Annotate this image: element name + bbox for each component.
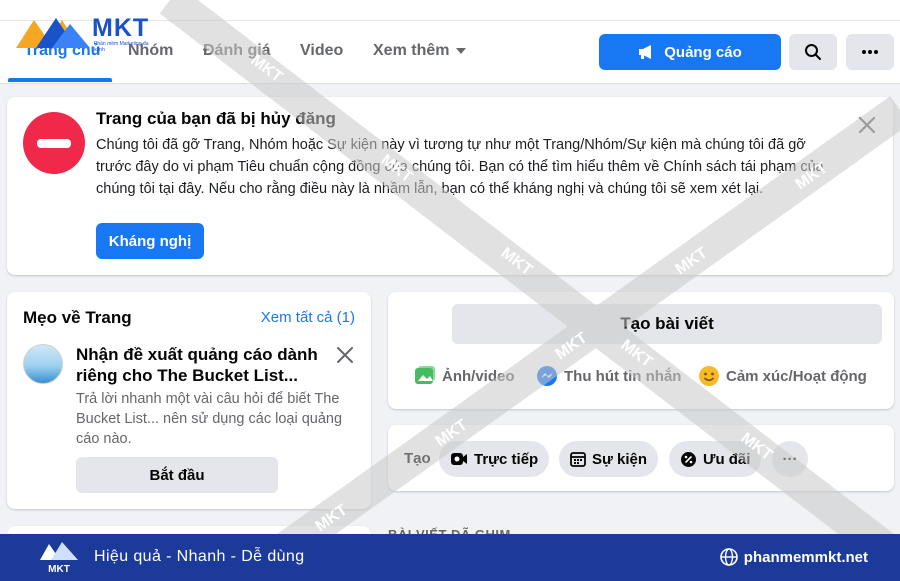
live-chip[interactable]: Trực tiếp — [439, 441, 550, 477]
offer-tag-icon — [681, 451, 696, 467]
tips-title: Mẹo về Trang — [23, 308, 132, 327]
mkt-logo: MKT Phần mềm Marketing đa kênh — [14, 12, 159, 53]
banner-tagline: Hiệu quả - Nhanh - Dễ dùng — [94, 548, 305, 565]
alert-body: Chúng tôi đã gỡ Trang, Nhóm hoặc Sự kiện… — [96, 137, 824, 197]
tab-more-label: Xem thêm — [373, 42, 450, 59]
logo-text: MKT — [92, 14, 150, 42]
search-button[interactable] — [789, 34, 837, 70]
unpublished-alert: Trang của bạn đã bị hủy đăng Chúng tôi đ… — [7, 97, 893, 275]
promote-button[interactable]: Quảng cáo — [599, 34, 781, 70]
messenger-icon — [537, 366, 557, 386]
mkt-logo-mark: MKT — [40, 542, 78, 575]
photo-video-action[interactable]: Ảnh/video — [414, 365, 515, 387]
banner-url[interactable]: phanmemmkt.net — [719, 548, 868, 566]
more-options-button[interactable] — [846, 34, 894, 70]
feeling-activity-label: Cảm xúc/Hoạt động — [726, 367, 867, 385]
megaphone-icon — [639, 45, 652, 59]
event-label: Sự kiện — [592, 450, 648, 468]
event-chip[interactable]: Sự kiện — [559, 441, 659, 477]
start-button[interactable]: Bắt đầu — [76, 457, 278, 493]
close-icon[interactable] — [336, 346, 354, 364]
appeal-button[interactable]: Kháng nghị — [96, 223, 204, 259]
smiley-icon — [699, 366, 719, 386]
promote-button-label: Quảng cáo — [664, 43, 742, 61]
calendar-icon — [570, 452, 586, 467]
photo-video-label: Ảnh/video — [442, 367, 515, 385]
create-bar: Tạo Trực tiếp Sự kiện Ưu đãi ··· — [388, 425, 894, 491]
page-avatar — [23, 344, 63, 384]
search-icon — [805, 44, 821, 60]
alert-title: Trang của bạn đã bị hủy đăng — [96, 109, 336, 128]
logo-subtext: Phần mềm Marketing đa kênh — [94, 41, 149, 53]
video-camera-icon — [451, 453, 467, 465]
live-label: Trực tiếp — [474, 450, 539, 468]
avatar — [404, 306, 440, 342]
tip-body: Trả lời nhanh một vài câu hỏi để biết Th… — [76, 391, 343, 447]
stop-icon — [23, 112, 85, 174]
active-tab-indicator — [8, 78, 112, 82]
banner-logo-text: MKT — [48, 564, 70, 575]
close-icon[interactable] — [857, 115, 877, 135]
tab-reviews[interactable]: Đánh giá — [203, 42, 271, 60]
tip-heading: Nhận đề xuất quảng cáo dành riêng cho Th… — [76, 345, 318, 385]
get-messages-label: Thu hút tin nhắn — [564, 367, 682, 385]
banner-url-text: phanmemmkt.net — [743, 548, 868, 566]
offer-label: Ưu đãi — [703, 450, 751, 468]
chevron-down-icon — [456, 47, 467, 54]
see-all-link[interactable]: Xem tất cả (1) — [261, 309, 355, 326]
tab-video[interactable]: Video — [300, 42, 343, 60]
offer-chip[interactable]: Ưu đãi — [669, 441, 762, 477]
tab-more[interactable]: Xem thêm — [373, 42, 467, 60]
post-composer: Tạo bài viết Ảnh/video Thu hút tin nhắn … — [388, 292, 894, 409]
create-post-button[interactable]: Tạo bài viết — [452, 304, 882, 344]
more-create-button[interactable]: ··· — [772, 441, 808, 477]
get-messages-action[interactable]: Thu hút tin nhắn — [536, 365, 681, 387]
photo-icon — [415, 366, 435, 384]
ellipsis-icon: ··· — [782, 450, 798, 468]
globe-icon — [719, 548, 738, 566]
feeling-activity-action[interactable]: Cảm xúc/Hoạt động — [698, 365, 867, 387]
footer-banner: MKT Hiệu quả - Nhanh - Dễ dùng phanmemmk… — [0, 534, 900, 581]
mkt-logo-mark — [16, 18, 90, 48]
ellipsis-icon — [862, 50, 878, 54]
page-tips-card: Mẹo về Trang Xem tất cả (1) Nhận đề xuất… — [7, 292, 371, 509]
create-label: Tạo — [404, 450, 431, 467]
